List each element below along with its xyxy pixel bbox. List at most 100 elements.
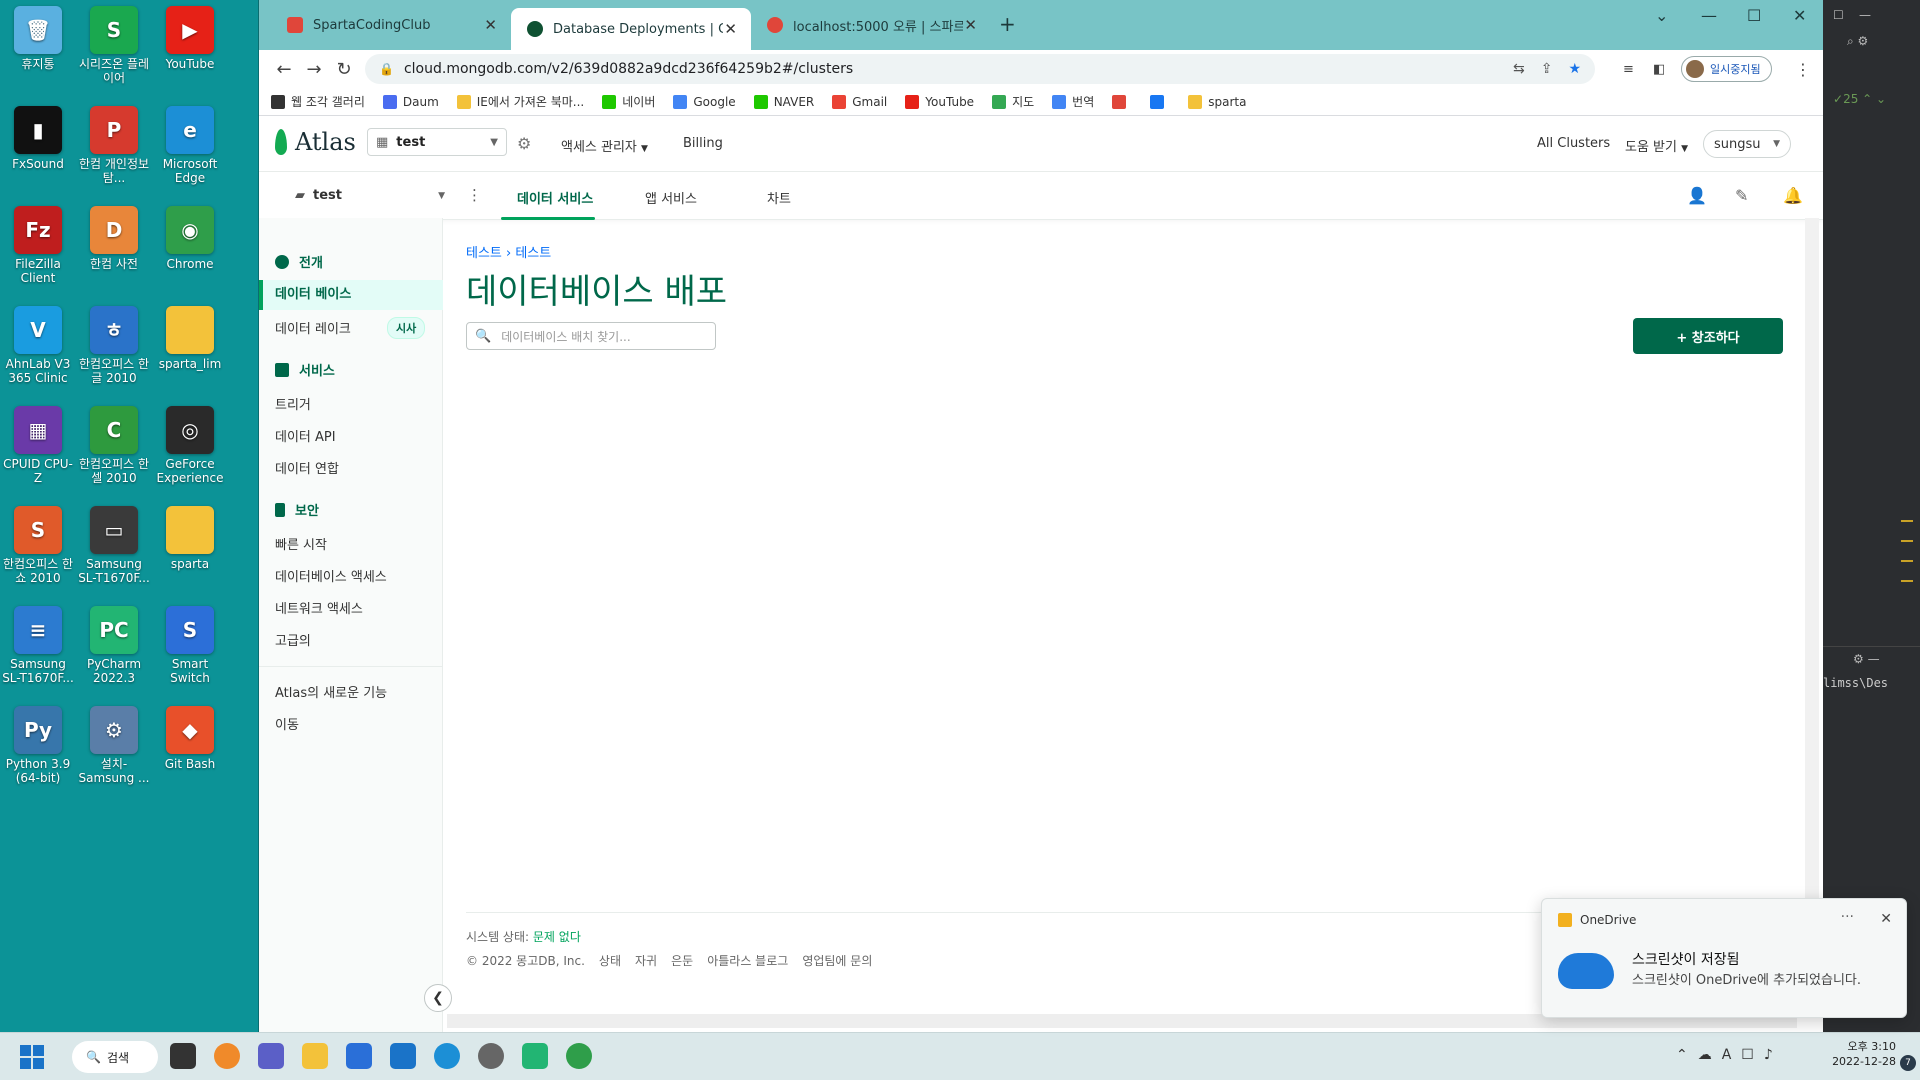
bookmark-item[interactable]: Gmail	[832, 94, 887, 109]
project-select[interactable]: ▰ test ▼	[295, 188, 445, 203]
bookmark-item[interactable]: Google	[673, 94, 736, 109]
desktop-icon[interactable]: 🗑 휴지통	[0, 6, 76, 71]
settings-icon[interactable]	[478, 1043, 504, 1069]
bookmark-item[interactable]: 웹 조각 갤러리	[271, 93, 365, 110]
tab-charts[interactable]: 차트	[767, 188, 791, 207]
help-menu[interactable]: 도움 받기 ▼	[1625, 136, 1688, 155]
all-clusters-link[interactable]: All Clusters	[1537, 136, 1610, 151]
footer-link-blog[interactable]: 아틀라스 블로그	[707, 952, 788, 969]
desktop-icon[interactable]: PC PyCharm 2022.3	[76, 606, 152, 685]
desktop-icon[interactable]: S 시리즈온 플레이어	[76, 6, 152, 85]
tab-search-icon[interactable]: ⌄	[1655, 6, 1668, 25]
notification-badge[interactable]: 7	[1900, 1055, 1916, 1071]
close-icon[interactable]: ✕	[964, 16, 977, 34]
toast-close-icon[interactable]: ✕	[1880, 911, 1892, 927]
back-icon[interactable]: ←	[269, 59, 299, 80]
bookmark-item[interactable]: sparta	[1188, 94, 1246, 109]
desktop-icon[interactable]: ◆ Git Bash	[152, 706, 228, 771]
close-window-icon[interactable]: ✕	[1793, 6, 1806, 25]
create-deployment-button[interactable]: + 창조하다	[1633, 318, 1783, 354]
deployment-search-input[interactable]: 🔍 데이터베이스 배치 찾기...	[466, 322, 716, 350]
edge-icon[interactable]	[434, 1043, 460, 1069]
footer-link-contact-sales[interactable]: 영업팀에 문의	[802, 952, 872, 969]
desktop-icon[interactable]: ⚙ 설치-Samsung ...	[76, 706, 152, 785]
tab-spartacodingclub[interactable]: SpartaCodingClub ✕	[271, 8, 511, 42]
profile-button[interactable]: 일시중지됨	[1681, 56, 1772, 82]
maximize-icon[interactable]: ☐	[1747, 6, 1761, 25]
close-icon[interactable]: ✕	[724, 20, 737, 38]
tab-localhost[interactable]: localhost:5000 오류 | 스파르타 ✕	[751, 8, 991, 42]
sidebar-collapse-button[interactable]: ❮	[424, 984, 452, 1012]
desktop-icon[interactable]: e Microsoft Edge	[152, 106, 228, 185]
media-icon[interactable]: ≡	[1623, 62, 1634, 77]
activity-feed-icon[interactable]: ✎	[1735, 186, 1748, 205]
windows-start-icon[interactable]	[20, 1045, 44, 1069]
sidebar-item-data-lake[interactable]: 데이터 레이크	[275, 318, 351, 337]
taskbar-search[interactable]: 🔍 검색	[72, 1041, 158, 1073]
org-settings-icon[interactable]: ⚙	[517, 134, 531, 153]
close-icon[interactable]: ✕	[484, 16, 497, 34]
desktop-icon[interactable]: ▮ FxSound	[0, 106, 76, 171]
sidebar-item-whats-new[interactable]: Atlas의 새로운 기능	[275, 682, 387, 701]
desktop-icon[interactable]: ㅎ 한컴오피스 한글 2010	[76, 306, 152, 385]
bookmark-item[interactable]	[1112, 94, 1132, 109]
ide-settings-icon[interactable]: ⚙ —	[1853, 652, 1880, 666]
task-view-icon[interactable]	[170, 1043, 196, 1069]
desktop-icon[interactable]: ◉ Chrome	[152, 206, 228, 271]
tab-app-services[interactable]: 앱 서비스	[645, 188, 697, 207]
footer-link-terms[interactable]: 자귀	[635, 952, 657, 969]
desktop-icon[interactable]: V AhnLab V3 365 Clinic	[0, 306, 76, 385]
desktop-icon[interactable]: ▭ Samsung SL-T1670F...	[76, 506, 152, 585]
organization-select[interactable]: ▦ test ▼	[367, 128, 507, 156]
sidebar-item-advanced[interactable]: 고급의	[275, 630, 311, 649]
minimize-icon[interactable]: —	[1701, 6, 1717, 25]
onedrive-toast[interactable]: OneDrive ··· ✕ 스크린샷이 저장됨 스크린샷이 OneDrive에…	[1541, 898, 1907, 1018]
mail-icon[interactable]	[390, 1043, 416, 1069]
desktop-icon[interactable]: sparta_lim	[152, 306, 228, 371]
bookmark-item[interactable]: 네이버	[602, 93, 655, 110]
desktop-icon[interactable]: ◎ GeForce Experience	[152, 406, 228, 485]
bookmark-item[interactable]: 지도	[992, 93, 1034, 110]
vertical-scrollbar[interactable]	[1805, 218, 1819, 1014]
teams-chat-icon[interactable]	[258, 1043, 284, 1069]
desktop-icon[interactable]: sparta	[152, 506, 228, 571]
reload-icon[interactable]: ↻	[329, 59, 359, 80]
bookmark-item[interactable]	[1150, 94, 1170, 109]
sidebar-item-data-api[interactable]: 데이터 API	[275, 426, 336, 445]
project-kebab-icon[interactable]: ⋮	[467, 186, 482, 204]
user-menu[interactable]: sungsu ▼	[1703, 130, 1791, 158]
bookmark-item[interactable]: 번역	[1052, 93, 1094, 110]
breadcrumb[interactable]: 테스트 › 테스트	[466, 242, 551, 261]
pycharm-icon[interactable]	[522, 1043, 548, 1069]
tab-database-deployments[interactable]: Database Deployments | Cloud ✕	[511, 8, 751, 50]
tab-data-services[interactable]: 데이터 서비스	[517, 188, 593, 207]
atlas-logo[interactable]: Atlas	[275, 128, 356, 156]
sidebar-item-quickstart[interactable]: 빠른 시작	[275, 534, 327, 553]
system-tray-icons[interactable]: ⌃☁A☐♪	[1676, 1047, 1783, 1063]
toast-more-icon[interactable]: ···	[1841, 909, 1854, 925]
billing-link[interactable]: Billing	[683, 136, 723, 151]
forward-icon[interactable]: →	[299, 59, 329, 80]
desktop-icon[interactable]: Fz FileZilla Client	[0, 206, 76, 285]
share-icon[interactable]: ⇪	[1541, 61, 1553, 77]
status-value-link[interactable]: 문제 없다	[533, 930, 581, 944]
access-manager-menu[interactable]: 액세스 관리자 ▼	[561, 136, 648, 155]
address-bar[interactable]: 🔒 cloud.mongodb.com/v2/639d0882a9dcd236f…	[365, 54, 1595, 84]
desktop-icon[interactable]: S 한컴오피스 한쇼 2010	[0, 506, 76, 585]
lock-icon[interactable]: 🔒	[379, 62, 394, 76]
sidebar-item-data-federation[interactable]: 데이터 연합	[275, 458, 339, 477]
sidebar-item-network-access[interactable]: 네트워크 액세스	[275, 598, 363, 617]
bookmark-star-icon[interactable]: ★	[1568, 61, 1581, 77]
footer-link-privacy[interactable]: 은둔	[671, 952, 693, 969]
menu-kebab-icon[interactable]: ⋮	[1795, 60, 1811, 79]
desktop-icon[interactable]: ▶ YouTube	[152, 6, 228, 71]
footer-link-status[interactable]: 상태	[599, 952, 621, 969]
desktop-icon[interactable]: Py Python 3.9 (64-bit)	[0, 706, 76, 785]
invite-user-icon[interactable]: 👤	[1687, 186, 1707, 205]
bookmark-item[interactable]: YouTube	[905, 94, 974, 109]
sidebar-item-database[interactable]: 데이터 베이스	[259, 280, 443, 310]
desktop-icon[interactable]: D 한컴 사전	[76, 206, 152, 271]
store-icon[interactable]	[346, 1043, 372, 1069]
sidebar-item-triggers[interactable]: 트리거	[275, 394, 311, 413]
bookmark-item[interactable]: IE에서 가져온 북마...	[456, 93, 584, 110]
